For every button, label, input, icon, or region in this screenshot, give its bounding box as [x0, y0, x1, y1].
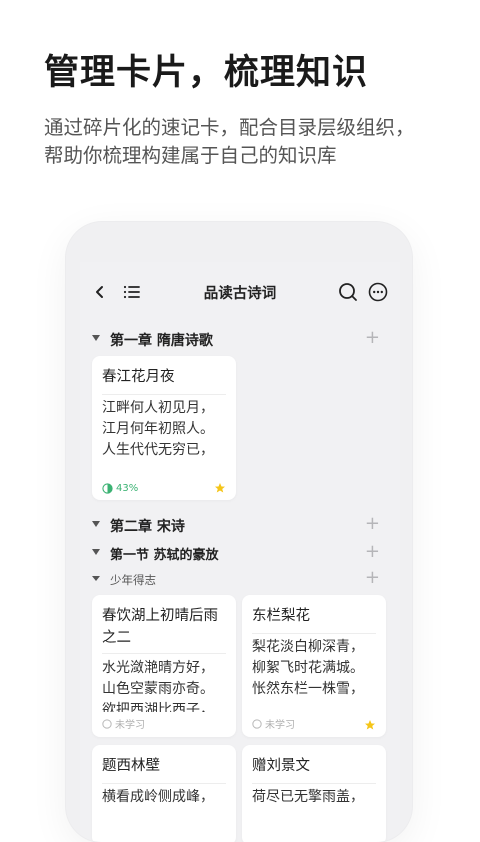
- progress-status: 43%: [102, 483, 138, 494]
- collapse-triangle-icon[interactable]: [92, 335, 100, 341]
- subsection-header[interactable]: 少年得志 +: [80, 567, 400, 590]
- chapter-1-label: 第一章 隋唐诗歌: [110, 333, 213, 349]
- card-divider: [102, 394, 226, 395]
- progress-ring-icon: [102, 483, 113, 494]
- chapter-2-label: 第二章 宋诗: [110, 519, 185, 535]
- add-icon[interactable]: +: [365, 513, 380, 534]
- star-icon[interactable]: [364, 719, 376, 731]
- app-screen: 品读古诗词 第一章 隋唐诗歌 + 春江花月夜 江畔何人初见月， 江月何年初照人。…: [80, 262, 400, 842]
- card-donglanlihua[interactable]: 东栏梨花 梨花淡白柳深青， 柳絮飞时花满城。 怅然东栏一株雪， 未学习: [242, 595, 386, 737]
- add-icon[interactable]: +: [365, 327, 380, 348]
- card-title: 春饮湖上初晴后雨之二: [102, 608, 218, 646]
- progress-value: 43%: [116, 483, 139, 494]
- card-divider: [102, 783, 226, 784]
- collapse-triangle-icon[interactable]: [92, 576, 100, 581]
- card-title: 赠刘景文: [252, 758, 310, 774]
- section-1-label: 第一节 苏轼的豪放: [110, 548, 219, 563]
- more-icon[interactable]: [366, 280, 390, 304]
- card-body: 荷尽已无擎雨盖，: [252, 789, 364, 805]
- section-1-header[interactable]: 第一节 苏轼的豪放 +: [80, 541, 400, 564]
- card-tixilinbi[interactable]: 题西林壁 横看成岭侧成峰，: [92, 745, 236, 842]
- chapter-1-header[interactable]: 第一章 隋唐诗歌 +: [80, 327, 400, 350]
- collapse-triangle-icon[interactable]: [92, 521, 100, 527]
- promo-subtitle-line-1: 通过碎片化的速记卡，配合目录层级组织，: [44, 116, 415, 139]
- card-zengliujingwen[interactable]: 赠刘景文 荷尽已无擎雨盖，: [242, 745, 386, 842]
- star-icon[interactable]: [214, 482, 226, 494]
- card-divider: [252, 783, 376, 784]
- card-body: 横看成岭侧成峰，: [102, 789, 214, 805]
- card-title: 东栏梨花: [252, 608, 310, 624]
- card-title: 题西林壁: [102, 758, 160, 774]
- chapter-2-header[interactable]: 第二章 宋诗 +: [80, 513, 400, 536]
- card-divider: [102, 653, 226, 654]
- card-body: 江畔何人初见月， 江月何年初照人。 人生代代无穷已，: [102, 400, 214, 458]
- card-title: 春江花月夜: [102, 369, 175, 385]
- promo-subtitle-line-2: 帮助你梳理构建属于自己的知识库: [44, 144, 337, 167]
- add-icon[interactable]: +: [365, 541, 380, 562]
- add-icon[interactable]: +: [365, 567, 380, 588]
- collapse-triangle-icon[interactable]: [92, 549, 100, 555]
- card-divider: [252, 633, 376, 634]
- learning-status: 未学习: [252, 716, 295, 731]
- subsection-label: 少年得志: [110, 573, 156, 587]
- status-text: 未学习: [115, 720, 145, 731]
- card-chunjianghuayueye[interactable]: 春江花月夜 江畔何人初见月， 江月何年初照人。 人生代代无穷已， 43%: [92, 356, 236, 500]
- top-nav-bar: 品读古诗词: [80, 276, 400, 308]
- card-body: 梨花淡白柳深青， 柳絮飞时花满城。 怅然东栏一株雪，: [252, 639, 364, 697]
- learning-status: 未学习: [102, 716, 145, 731]
- status-text: 未学习: [265, 720, 295, 731]
- card-yinhushang[interactable]: 春饮湖上初晴后雨之二 水光潋滟晴方好， 山色空蒙雨亦奇。 欲把西湖比西子， 未学…: [92, 595, 236, 737]
- status-circle-icon: [252, 718, 262, 729]
- promo-title: 管理卡片，梳理知识: [44, 53, 369, 93]
- card-body: 水光潋滟晴方好， 山色空蒙雨亦奇。 欲把西湖比西子，: [102, 660, 214, 712]
- promo-subtitle: 通过碎片化的速记卡，配合目录层级组织， 帮助你梳理构建属于自己的知识库: [44, 114, 415, 170]
- phone-mockup: 品读古诗词 第一章 隋唐诗歌 + 春江花月夜 江畔何人初见月， 江月何年初照人。…: [66, 222, 412, 842]
- search-icon[interactable]: [336, 280, 360, 304]
- status-circle-icon: [102, 718, 112, 729]
